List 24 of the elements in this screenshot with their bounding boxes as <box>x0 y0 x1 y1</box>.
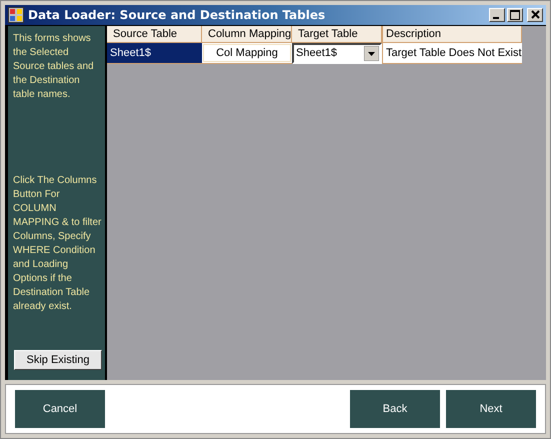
target-dropdown[interactable]: Sheet1$ <box>292 42 382 64</box>
minimize-button[interactable] <box>489 8 505 22</box>
maximize-button[interactable] <box>507 8 523 22</box>
table-cell: Target Table Does Not Exist <box>382 42 522 64</box>
close-button[interactable] <box>527 8 543 22</box>
help-text: Click The Columns Button For COLUMN MAPPING & to filter Columns, Specify WHERE Condition and Loading Options if the Destination Table already exist. <box>13 174 102 314</box>
column-header[interactable]: Description <box>382 26 522 43</box>
footer-button[interactable]: Next <box>446 390 536 428</box>
maximize-icon <box>510 10 520 20</box>
window-title: Data Loader: Source and Destination Tables <box>28 8 326 22</box>
table-cell: Sheet1$ <box>107 42 202 64</box>
skip-existing-button[interactable]: Skip Existing <box>14 350 102 370</box>
intro-text: This forms shows the Selected Source tables and the Destination table names. <box>13 32 95 102</box>
footer-button[interactable]: Cancel <box>15 390 105 428</box>
column-header[interactable]: Target Table <box>292 26 382 43</box>
close-icon <box>530 10 540 20</box>
column-header[interactable]: Column Mapping <box>202 26 292 43</box>
minimize-icon <box>493 16 499 19</box>
footer-button[interactable]: Back <box>350 390 440 428</box>
dropdown-value: Sheet1$ <box>296 47 337 60</box>
col-mapping-button[interactable]: Col Mapping <box>203 44 291 62</box>
column-header[interactable]: Source Table <box>107 26 202 43</box>
dropdown-arrow-icon <box>364 46 379 61</box>
app-icon <box>8 6 24 23</box>
